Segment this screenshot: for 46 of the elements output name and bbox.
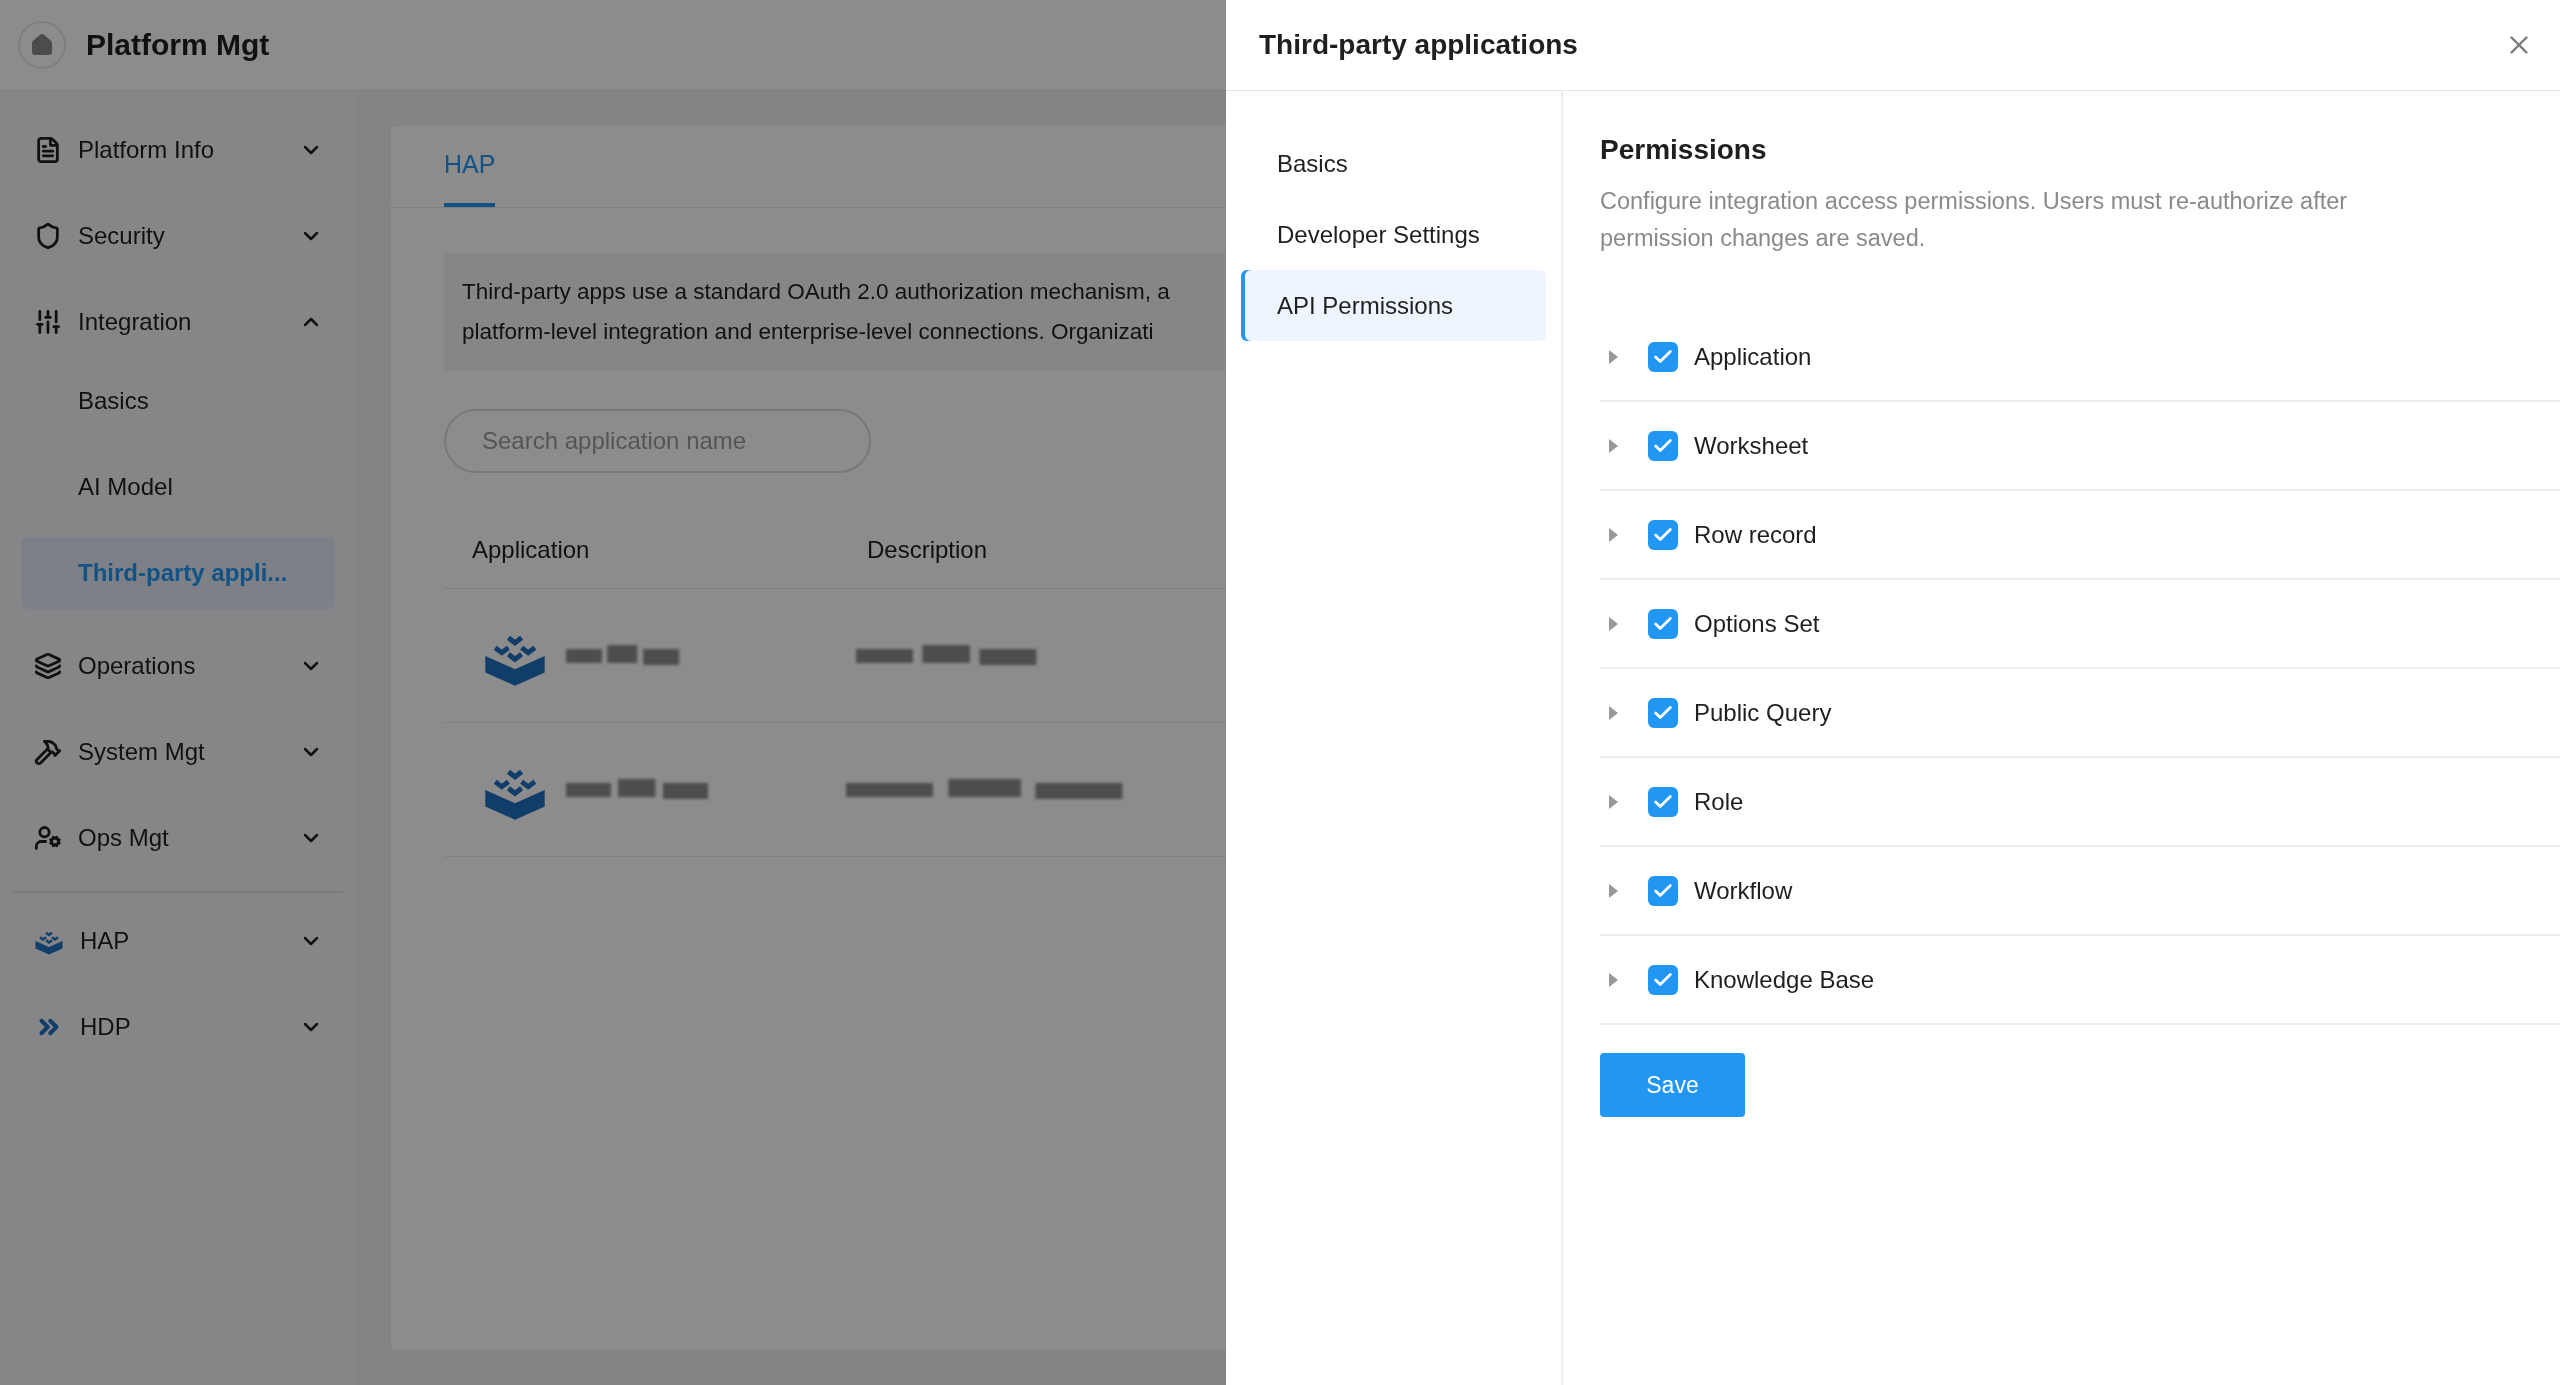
permission-checkbox[interactable] — [1648, 341, 1678, 372]
column-header: Application — [471, 536, 591, 564]
permission-label: Row record — [1694, 520, 1817, 549]
drawer-nav-item[interactable]: Basics — [1241, 128, 1546, 199]
home-button[interactable] — [18, 21, 66, 69]
permission-label: Workflow — [1694, 876, 1793, 905]
sidebar-item[interactable]: Security — [21, 193, 335, 279]
permission-label: Application — [1694, 342, 1812, 371]
drawer-title: Third-party applications — [1259, 29, 1579, 61]
section-description: Configure integration access permissions. Users must re-authorize after permission changes are saved. — [1600, 187, 2349, 253]
permission-checkbox[interactable] — [1648, 430, 1678, 461]
permission-checkbox[interactable] — [1648, 964, 1678, 995]
column-header: Description — [866, 536, 989, 564]
sidebar-item[interactable]: Platform Info — [21, 107, 335, 193]
drawer-nav-item[interactable]: Developer Settings — [1241, 199, 1546, 270]
sidebar-item[interactable]: Integration — [21, 279, 335, 365]
permission-checkbox[interactable] — [1648, 786, 1678, 817]
permission-label: Knowledge Base — [1694, 965, 1875, 994]
drawer-nav-item[interactable]: API Permissions — [1241, 270, 1546, 341]
sidebar-item[interactable]: Ops Mgt — [21, 795, 335, 881]
sidebar-subitem[interactable]: AI Model — [21, 451, 335, 523]
permission-checkbox[interactable] — [1648, 697, 1678, 728]
permission-checkbox[interactable] — [1648, 519, 1678, 550]
user-gear-icon — [34, 824, 62, 852]
document-icon — [34, 136, 62, 164]
save-button[interactable]: Save — [1600, 1053, 1745, 1117]
sidebar-subitem[interactable]: Basics — [21, 365, 335, 437]
sidebar-item[interactable]: Operations — [21, 623, 335, 709]
banner-text: Third-party apps use a standard OAuth 2.0 authorization mechanism, a — [462, 278, 1171, 306]
shield-icon — [34, 222, 62, 250]
section-title: Permissions — [1600, 134, 1768, 166]
permission-label: Worksheet — [1694, 431, 1809, 460]
layers-icon — [34, 652, 62, 680]
home-icon — [30, 33, 54, 57]
sliders-icon — [34, 308, 62, 336]
page-title: Platform Mgt — [86, 28, 270, 62]
permission-label: Options Set — [1694, 609, 1820, 638]
permission-checkbox[interactable] — [1648, 875, 1678, 906]
permission-checkbox[interactable] — [1648, 608, 1678, 639]
banner-text: platform-level integration and enterprise-level connections. Organizati — [462, 318, 1155, 346]
sidebar-item[interactable]: HDP — [21, 984, 335, 1070]
permission-label: Role — [1694, 787, 1744, 816]
sidebar-item[interactable]: System Mgt — [21, 709, 335, 795]
permission-label: Public Query — [1694, 698, 1832, 727]
hammer-icon — [34, 738, 62, 766]
sidebar-item[interactable]: HAP — [21, 898, 335, 984]
